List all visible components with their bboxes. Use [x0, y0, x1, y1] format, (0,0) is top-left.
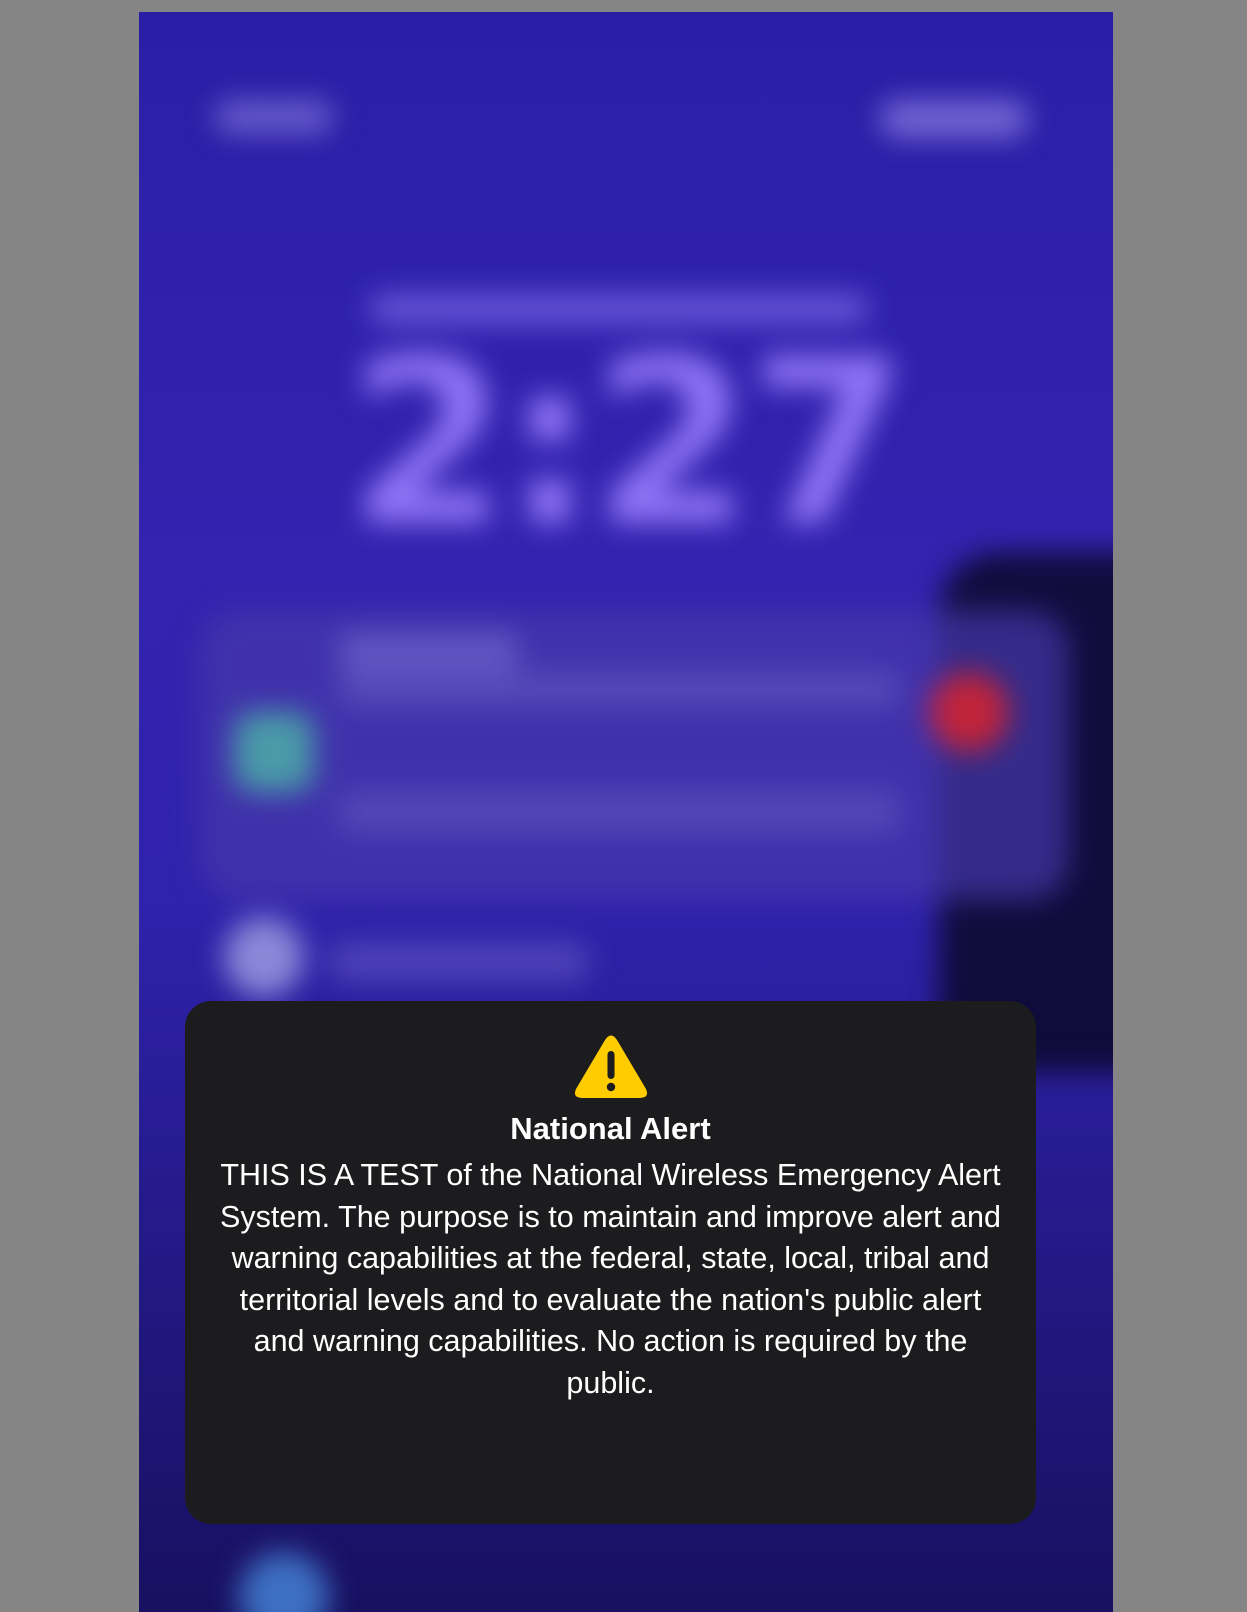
emergency-alert-card[interactable]: National Alert THIS IS A TEST of the Nat…: [185, 1001, 1036, 1524]
notification-avatar: [224, 917, 304, 997]
bottom-glow: [239, 1552, 329, 1612]
alert-title: National Alert: [510, 1111, 711, 1146]
status-bar-left: [214, 100, 334, 134]
notification-title-placeholder: [339, 632, 519, 672]
blurred-notification: [199, 610, 1069, 900]
warning-icon: [574, 1035, 647, 1098]
notification-app-icon: [234, 712, 314, 792]
lock-screen-time: 2:27: [347, 311, 908, 578]
notification-text-placeholder: [339, 792, 899, 832]
notification-text-placeholder: [329, 942, 589, 982]
notification-red-badge: [929, 672, 1009, 752]
notification-text-placeholder: [339, 672, 899, 706]
alert-message: THIS IS A TEST of the National Wireless …: [220, 1158, 1001, 1400]
status-bar-right: [879, 100, 1029, 138]
